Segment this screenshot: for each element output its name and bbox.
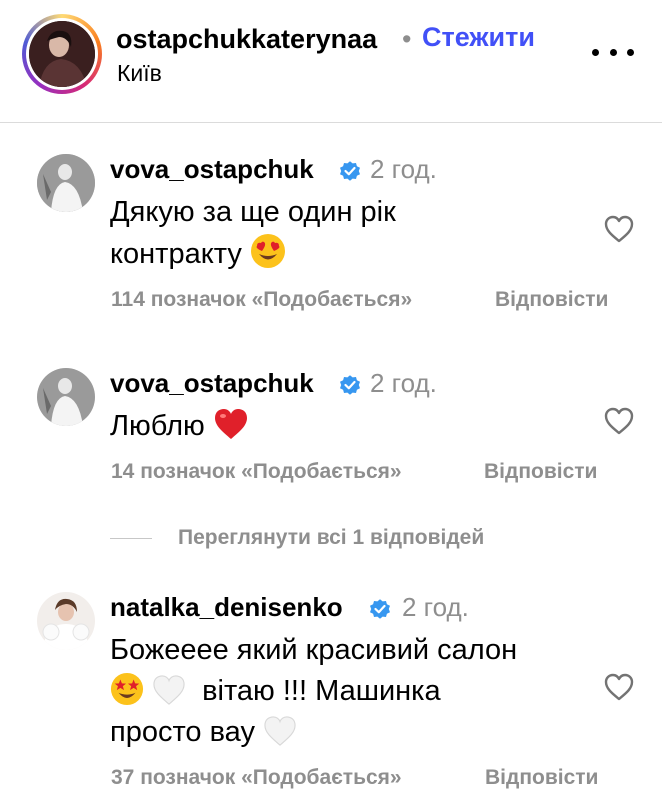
view-replies-label[interactable]: Переглянути всі 1 відповідей — [178, 526, 484, 550]
commenter-username[interactable]: vova_ostapchuk — [110, 368, 314, 399]
comment-text: Божееее який красивий салон вітаю !!! Ма… — [110, 630, 580, 753]
reply-button[interactable]: Відповісти — [485, 766, 598, 790]
story-ring[interactable] — [22, 14, 102, 94]
comment-time: 2 год. — [370, 368, 437, 398]
comment-text-line: Божееее який красивий салон — [110, 634, 518, 666]
white-heart-emoji-icon — [153, 675, 185, 705]
comment-text: Дякую за ще один рік контракту — [110, 192, 580, 275]
like-heart-icon[interactable] — [603, 406, 635, 436]
comment-text-line: Дякую за ще один рік — [110, 196, 396, 228]
comment-text-line: Люблю — [110, 410, 205, 442]
comment-time: 2 год. — [370, 154, 437, 184]
comment-text: Люблю — [110, 406, 580, 447]
verified-badge-icon — [370, 599, 390, 619]
commenter-avatar[interactable] — [37, 592, 95, 650]
post-header: ostapchukkaterynaa • Стежити Київ — [0, 0, 662, 123]
star-struck-emoji-icon — [110, 672, 144, 706]
likes-count[interactable]: 114 позначок «Подобається» — [111, 288, 412, 312]
more-icon[interactable] — [592, 40, 634, 64]
likes-count[interactable]: 14 позначок «Подобається» — [111, 460, 402, 484]
replies-divider — [110, 538, 152, 539]
like-heart-icon[interactable] — [603, 214, 635, 244]
commenter-avatar[interactable] — [37, 368, 95, 426]
view-replies-button[interactable]: Переглянути всі 1 відповідей — [110, 524, 630, 554]
commenter-username[interactable]: vova_ostapchuk — [110, 154, 314, 185]
comment-text-line: просто вау — [110, 716, 255, 748]
author-avatar[interactable] — [29, 21, 95, 87]
likes-count[interactable]: 37 позначок «Подобається» — [111, 766, 402, 790]
comment-text-line: вітаю !!! Машинка — [202, 675, 441, 707]
location-link[interactable]: Київ — [117, 60, 162, 87]
verified-badge-icon — [340, 375, 360, 395]
reply-button[interactable]: Відповісти — [495, 288, 608, 312]
comment-text-line: контракту — [110, 238, 242, 270]
red-heart-emoji-icon — [214, 409, 247, 439]
commenter-avatar[interactable] — [37, 154, 95, 212]
separator-dot: • — [402, 24, 412, 54]
like-heart-icon[interactable] — [603, 672, 635, 702]
heart-eyes-emoji-icon — [250, 234, 285, 268]
white-heart-emoji-icon — [264, 716, 296, 746]
follow-button[interactable]: Стежити — [422, 22, 535, 53]
reply-button[interactable]: Відповісти — [484, 460, 597, 484]
verified-badge-icon — [340, 161, 360, 181]
commenter-username[interactable]: natalka_denisenko — [110, 592, 343, 623]
author-username[interactable]: ostapchukkaterynaa — [116, 24, 377, 55]
comment-time: 2 год. — [402, 592, 469, 622]
